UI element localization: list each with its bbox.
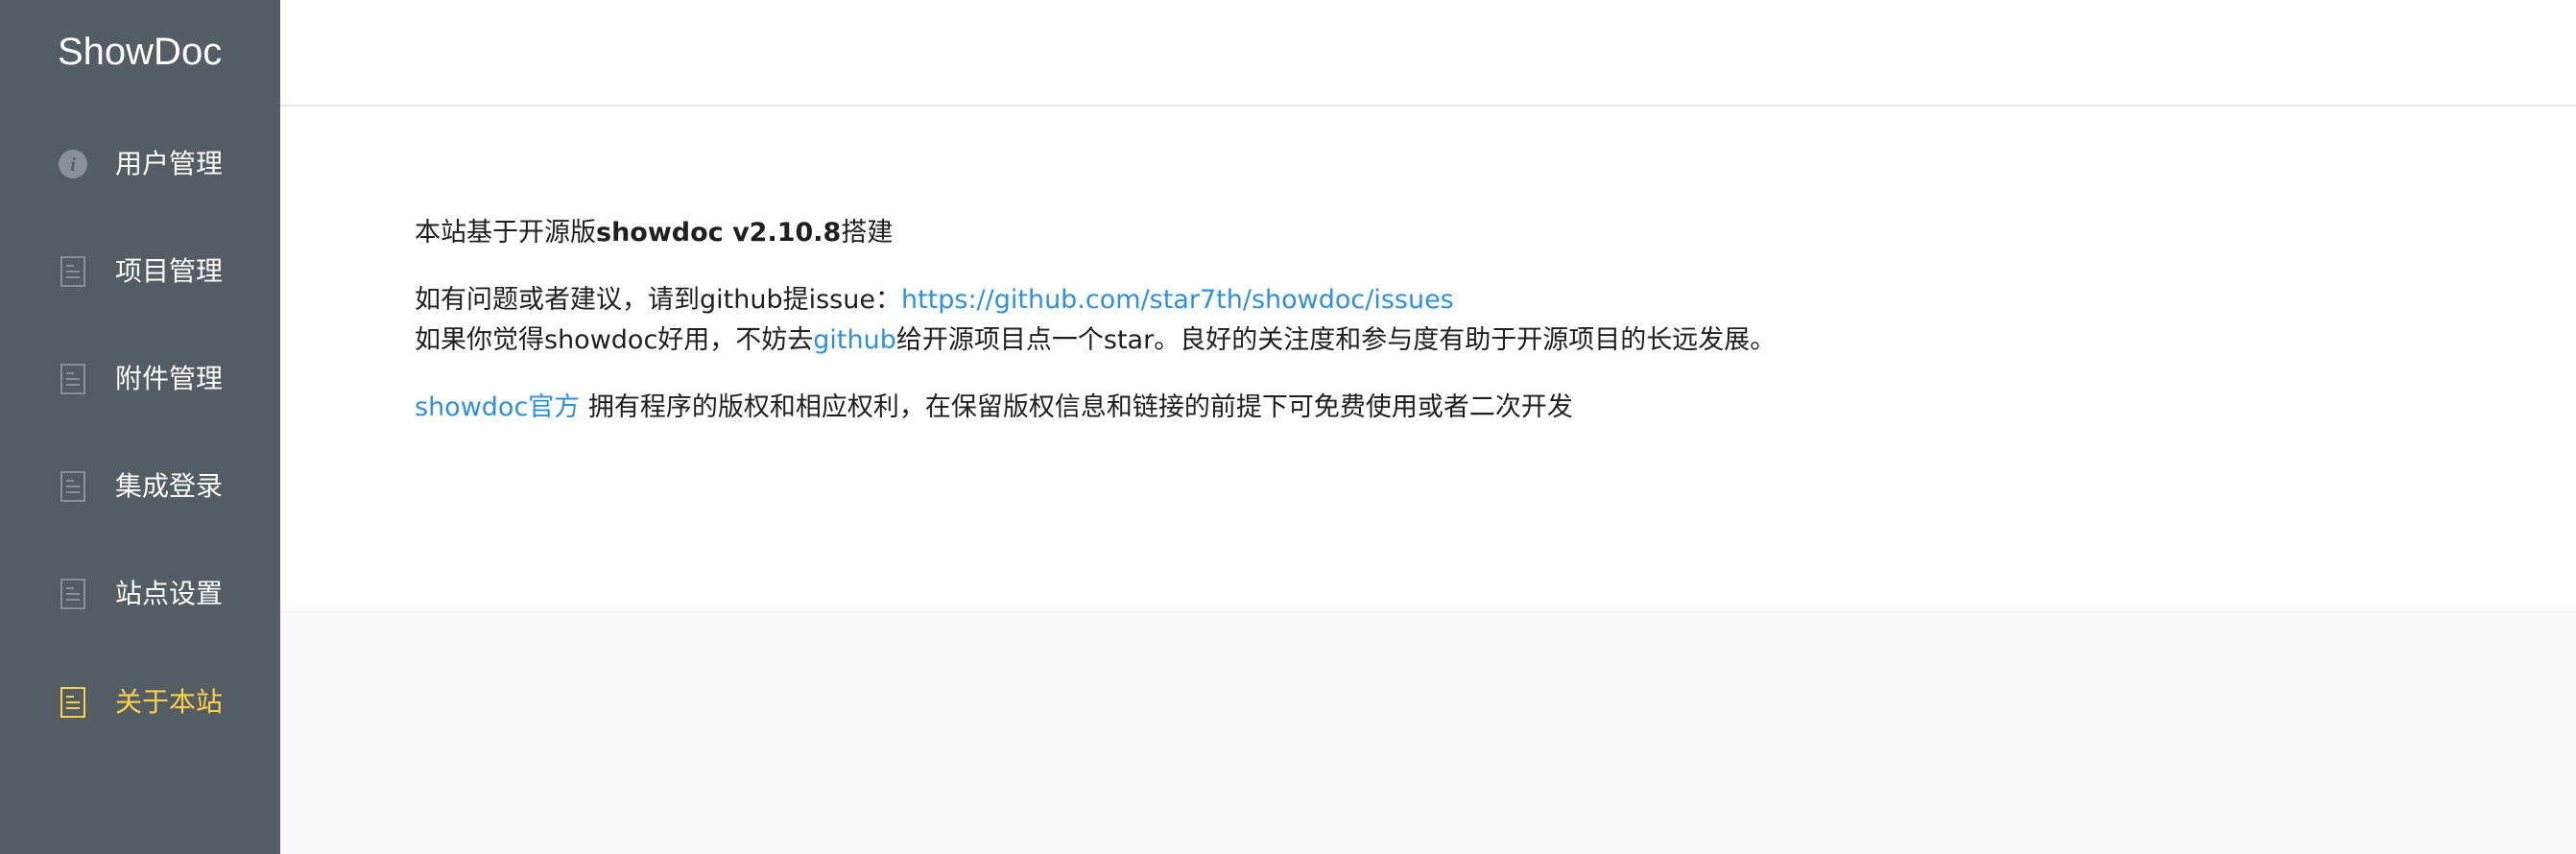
- about-content: 本站基于开源版showdoc v2.10.8搭建 如有问题或者建议，请到gith…: [280, 107, 2576, 607]
- version-line: 本站基于开源版showdoc v2.10.8搭建: [415, 213, 893, 253]
- sidebar: ShowDoc i 用户管理 项目管理 附件管理 集成登录 站点设置 关于本站: [0, 0, 280, 854]
- sidebar-item-label: 站点设置: [115, 578, 224, 609]
- version-name: showdoc v2.10.8: [596, 218, 842, 248]
- sidebar-item-label: 集成登录: [115, 470, 224, 502]
- document-icon: [58, 364, 88, 394]
- sidebar-item-integrated-login[interactable]: 集成登录: [0, 439, 280, 534]
- star-line: 如果你觉得showdoc好用，不妨去github给开源项目点一个star。良好的…: [415, 320, 1776, 361]
- sidebar-item-label: 关于本站: [115, 686, 224, 718]
- sidebar-item-project-management[interactable]: 项目管理: [0, 224, 280, 320]
- sidebar-item-label: 项目管理: [115, 255, 224, 287]
- star-suffix: 给开源项目点一个star。良好的关注度和参与度有助于开源项目的长远发展。: [895, 325, 1777, 355]
- top-header: [280, 0, 2576, 107]
- document-icon: [58, 687, 88, 718]
- github-link[interactable]: github: [813, 325, 896, 355]
- issue-prefix: 如有问题或者建议，请到github提issue：: [415, 285, 901, 315]
- copyright-line: showdoc官方 拥有程序的版权和相应权利，在保留版权信息和链接的前提下可免费…: [415, 388, 1573, 428]
- issue-line: 如有问题或者建议，请到github提issue：https://github.c…: [415, 280, 1454, 320]
- app-logo[interactable]: ShowDoc: [58, 23, 222, 81]
- sidebar-item-label: 用户管理: [115, 148, 224, 179]
- document-icon: [58, 256, 88, 287]
- document-icon: [58, 471, 88, 502]
- showdoc-official-link[interactable]: showdoc官方: [415, 392, 580, 422]
- document-icon: [58, 579, 88, 609]
- issues-link[interactable]: https://github.com/star7th/showdoc/issue…: [901, 285, 1454, 315]
- sidebar-item-label: 附件管理: [115, 363, 224, 394]
- copyright-text: 拥有程序的版权和相应权利，在保留版权信息和链接的前提下可免费使用或者二次开发: [580, 392, 1573, 422]
- sidebar-item-attachment-management[interactable]: 附件管理: [0, 331, 280, 427]
- info-circle-icon: i: [58, 149, 88, 179]
- star-prefix: 如果你觉得showdoc好用，不妨去: [415, 325, 814, 355]
- sidebar-item-user-management[interactable]: i 用户管理: [0, 116, 280, 212]
- svg-text:i: i: [70, 154, 76, 176]
- version-prefix: 本站基于开源版: [415, 218, 596, 248]
- sidebar-item-site-settings[interactable]: 站点设置: [0, 546, 280, 642]
- sidebar-item-about[interactable]: 关于本站: [0, 654, 280, 750]
- version-suffix: 搭建: [841, 218, 894, 248]
